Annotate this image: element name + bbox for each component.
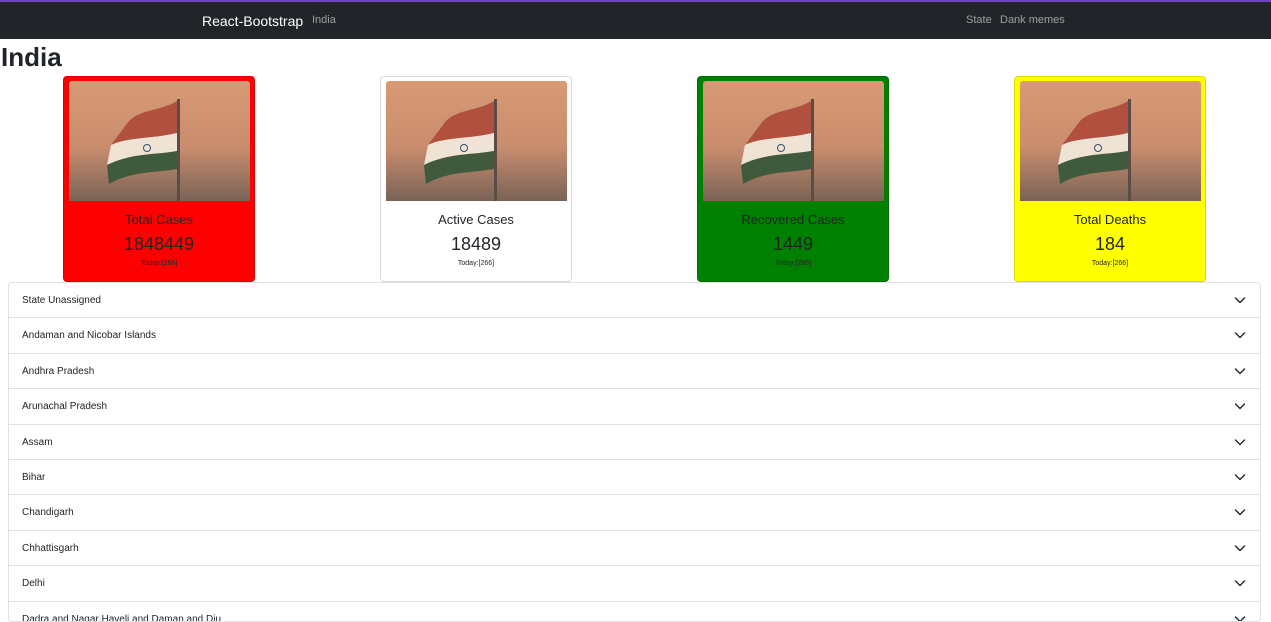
card-title: Total Cases — [125, 212, 193, 227]
chevron-down-icon[interactable] — [1234, 613, 1246, 622]
india-flag-image — [386, 81, 567, 201]
state-name: Andaman and Nicobar Islands — [22, 330, 156, 342]
card-title: Total Deaths — [1073, 212, 1147, 227]
state-name: Chandigarh — [22, 507, 74, 519]
chevron-down-icon[interactable] — [1234, 577, 1246, 589]
accordion-item[interactable]: State Unassigned — [9, 283, 1260, 319]
accordion-item[interactable]: Chandigarh — [9, 495, 1260, 531]
card-count: 1848449 — [123, 234, 195, 254]
state-name: State Unassigned — [22, 295, 101, 306]
state-name: Assam — [22, 436, 53, 448]
nav-link-dank-memes[interactable]: Dank memes — [1000, 14, 1065, 26]
chevron-down-icon[interactable] — [1234, 329, 1246, 341]
accordion-item[interactable]: Arunachal Pradesh — [9, 389, 1260, 425]
accordion-item[interactable]: Andhra Pradesh — [9, 354, 1260, 390]
stat-card-total-cases: Total Cases 1848449 Today:[266] — [63, 76, 255, 282]
stat-card-total-deaths: Total Deaths 184 Today:[266] — [1014, 76, 1206, 282]
card-today: Today:[266] — [140, 260, 178, 267]
card-today: Today:[266] — [1091, 260, 1129, 267]
accordion-item[interactable]: Andaman and Nicobar Islands — [9, 318, 1260, 354]
navbar-brand[interactable]: React-Bootstrap — [202, 13, 303, 29]
card-today: Today:[266] — [774, 260, 812, 267]
card-count: 184 — [1094, 234, 1126, 254]
card-count: 1449 — [772, 234, 814, 254]
india-flag-image — [703, 81, 884, 201]
card-title: Active Cases — [438, 212, 514, 227]
state-name: Bihar — [22, 471, 46, 483]
accordion-item[interactable]: Bihar — [9, 460, 1260, 496]
chevron-down-icon[interactable] — [1234, 542, 1246, 554]
chevron-down-icon[interactable] — [1234, 506, 1246, 518]
accordion-item[interactable]: Delhi — [9, 566, 1260, 602]
state-name: Andhra Pradesh — [22, 365, 95, 377]
chevron-down-icon[interactable] — [1234, 365, 1246, 377]
nav-link-state[interactable]: State — [966, 14, 992, 26]
accordion-item[interactable]: Assam — [9, 425, 1260, 460]
card-today: Today:[266] — [457, 260, 495, 267]
india-flag-image — [1020, 81, 1201, 201]
accordion-item[interactable]: Chhattisgarh — [9, 531, 1260, 567]
state-name: Chhattisgarh — [22, 542, 79, 554]
stat-card-active-cases: Active Cases 18489 Today:[266] — [380, 76, 572, 282]
state-name: Delhi — [22, 578, 45, 590]
chevron-down-icon[interactable] — [1234, 436, 1246, 448]
nav-link-india[interactable]: India — [312, 14, 336, 26]
navbar: React-Bootstrap India State Dank memes — [0, 2, 1271, 39]
chevron-down-icon[interactable] — [1234, 471, 1246, 483]
state-name: Arunachal Pradesh — [22, 401, 108, 413]
chevron-down-icon[interactable] — [1234, 400, 1246, 412]
india-flag-image — [69, 81, 250, 201]
stat-card-recovered-cases: Recovered Cases 1449 Today:[266] — [697, 76, 889, 282]
chevron-down-icon[interactable] — [1234, 294, 1246, 306]
card-title: Recovered Cases — [741, 212, 845, 227]
card-count: 18489 — [450, 234, 502, 254]
accordion-item[interactable]: Dadra and Nagar Haveli and Daman and Diu — [9, 602, 1260, 622]
page-title: India — [1, 42, 62, 72]
states-accordion: State Unassigned Andaman and Nicobar Isl… — [8, 282, 1261, 622]
